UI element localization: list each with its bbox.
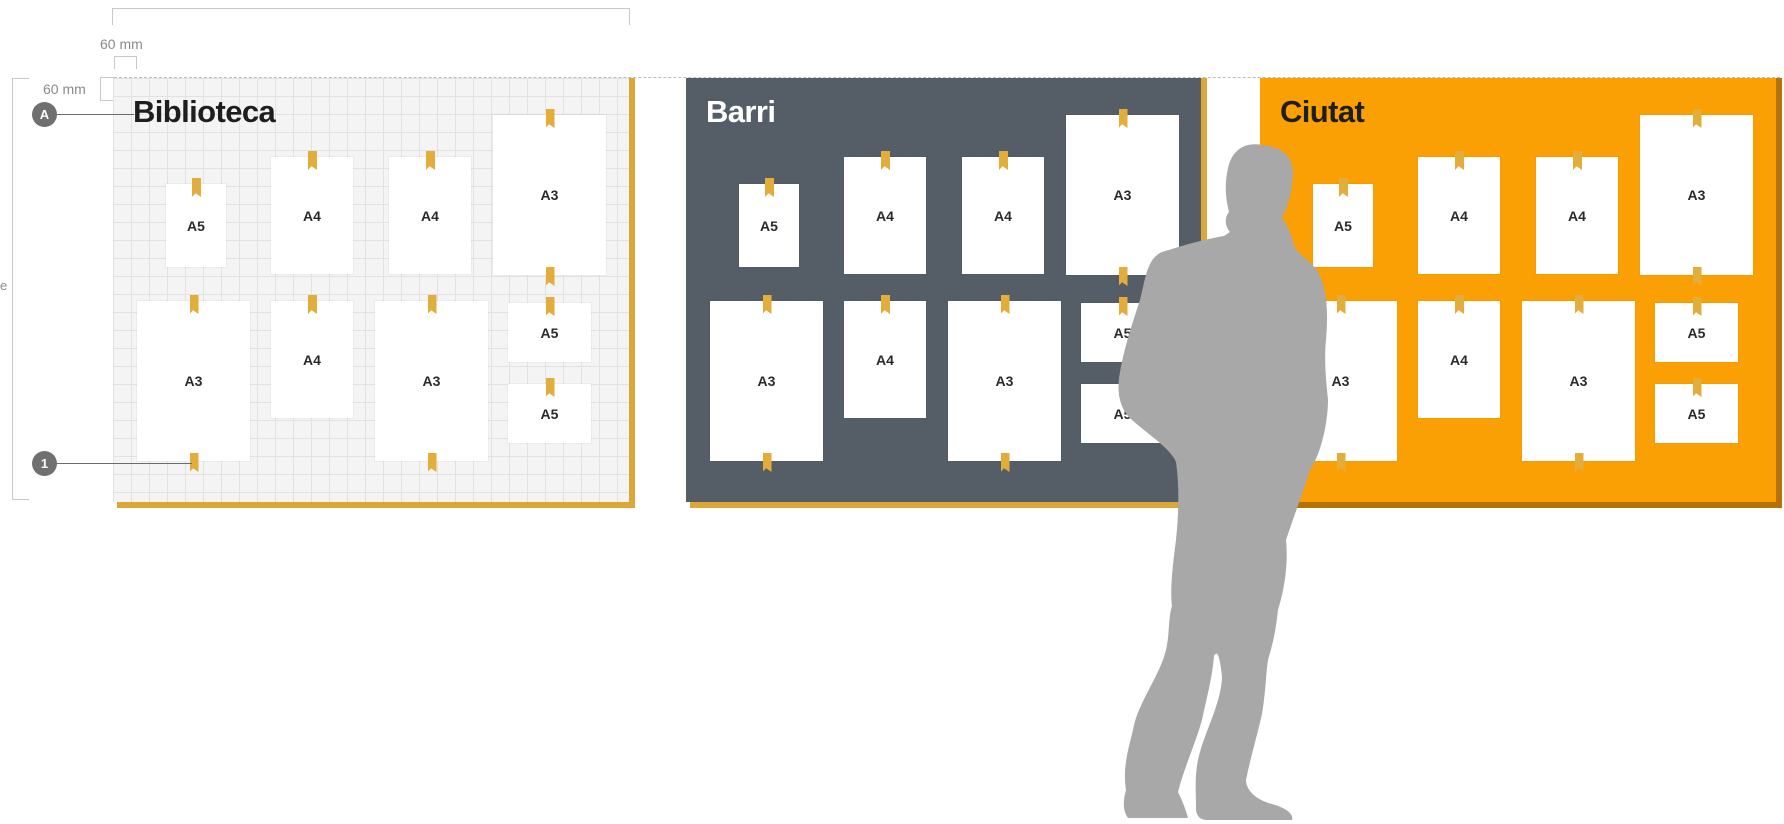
person-silhouette-icon [1118, 144, 1328, 820]
signage-diagram: 60 mm 60 mm e Biblioteca A5 A4 A4 A3 A3 A4 A3 A… [0, 0, 1784, 824]
